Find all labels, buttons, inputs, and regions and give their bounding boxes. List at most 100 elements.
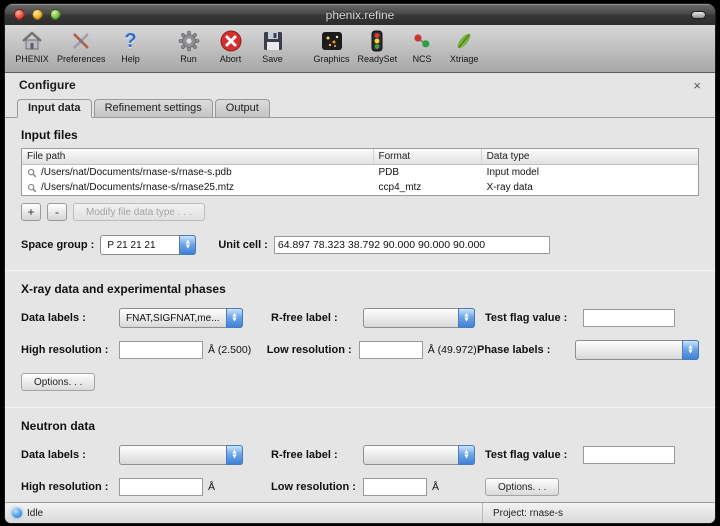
unit-cell-label: Unit cell : [218,239,268,251]
xray-data-labels-value: FNAT,SIGFNAT,me... [126,313,220,324]
xray-rfree-label: R-free label : [271,312,357,324]
input-files-heading: Input files [21,128,699,142]
phenix-refine-window: phenix.refine PHENIX Preferences ? Help [5,4,715,523]
xray-low-res-unit: Å (49.972) [428,344,477,356]
xray-phase-labels-label: Phase labels : [477,344,569,356]
column-header-format[interactable]: Format [374,149,482,164]
modify-file-type-button[interactable]: Modify file data type . . . [73,203,205,221]
neutron-test-flag-input[interactable] [583,446,675,464]
project-status-cell: Project: rnase-s [482,503,715,523]
column-header-file-path[interactable]: File path [22,149,374,164]
toolbar-graphics-button[interactable]: Graphics [314,27,350,64]
preferences-tools-icon [66,27,96,54]
toolbar-readyset-button[interactable]: ReadySet [358,27,398,64]
xray-section-heading: X-ray data and experimental phases [21,282,699,296]
toolbar-phenix-button[interactable]: PHENIX [15,27,49,64]
add-file-button[interactable]: + [21,203,41,221]
file-path-text: /Users/nat/Documents/rnase-s/rnase25.mtz [41,182,234,193]
zoom-window-button[interactable] [50,9,61,20]
window-titlebar[interactable]: phenix.refine [5,4,715,25]
question-mark-glyph: ? [124,29,136,53]
xray-data-labels-dropdown[interactable]: FNAT,SIGFNAT,me... ▲▼ [119,308,243,328]
configure-title: Configure [19,78,76,92]
file-path-cell: /Users/nat/Documents/rnase-s/rnase25.mtz [22,182,374,193]
section-divider [5,407,715,408]
xray-phase-labels-dropdown[interactable]: ▲▼ [575,340,699,360]
toolbar-preferences-button[interactable]: Preferences [57,27,106,64]
toolbar-label: Abort [220,54,242,64]
xray-row-1: Data labels : FNAT,SIGFNAT,me... ▲▼ R-fr… [21,307,699,329]
xray-high-res-unit: Å (2.500) [208,344,251,356]
data-type-cell: Input model [482,167,698,178]
neutron-rfree-label: R-free label : [271,449,357,461]
neutron-options-button[interactable]: Options. . . [485,478,559,496]
toolbar-xtriage-button[interactable]: Xtriage [447,27,481,64]
tab-output[interactable]: Output [215,99,270,117]
input-files-table: File path Format Data type /Users/nat/Do… [21,148,699,196]
space-group-combo[interactable]: P 21 21 21 ▲▼ [100,235,196,255]
neutron-high-res-input[interactable] [119,478,203,496]
neutron-row-1: Data labels : ▲▼ R-free label : ▲▼ Test … [21,444,699,466]
tab-refinement-settings[interactable]: Refinement settings [94,99,213,117]
input-data-panel: Input files File path Format Data type /… [5,118,715,502]
traffic-lights [14,9,61,20]
phenix-home-icon [17,27,47,54]
remove-file-button[interactable]: - [47,203,67,221]
neutron-low-res-unit: Å [432,481,439,493]
stepper-arrows-icon[interactable]: ▲▼ [179,235,196,255]
toolbar-run-button[interactable]: Run [172,27,206,64]
abort-icon [216,27,246,54]
neutron-row-2: High resolution : Å Low resolution : Å O… [21,476,699,498]
space-group-label: Space group : [21,239,94,251]
toolbar-ncs-button[interactable]: NCS [405,27,439,64]
file-path-text: /Users/nat/Documents/rnase-s/rnase-s.pdb [41,167,232,178]
xray-rfree-dropdown[interactable]: ▲▼ [363,308,475,328]
neutron-rfree-dropdown[interactable]: ▲▼ [363,445,475,465]
table-row[interactable]: /Users/nat/Documents/rnase-s/rnase-s.pdb… [22,165,698,180]
dropdown-arrows-icon: ▲▼ [226,308,243,328]
toolbar-label: NCS [413,54,432,64]
toolbar-label: Graphics [314,54,350,64]
run-gear-icon [174,27,204,54]
dropdown-arrows-icon: ▲▼ [226,445,243,465]
toolbar-label: Save [262,54,283,64]
format-cell: PDB [374,167,482,178]
magnifier-icon[interactable] [27,183,37,193]
toolbar-label: Xtriage [450,54,479,64]
xray-options-button[interactable]: Options. . . [21,373,95,391]
window-title: phenix.refine [326,8,395,22]
table-row[interactable]: /Users/nat/Documents/rnase-s/rnase25.mtz… [22,180,698,195]
neutron-section-heading: Neutron data [21,419,699,433]
toolbar-save-button[interactable]: Save [256,27,290,64]
readyset-traffic-light-icon [362,27,392,54]
neutron-data-labels-dropdown[interactable]: ▲▼ [119,445,243,465]
neutron-low-res-input[interactable] [363,478,427,496]
xray-row-2: High resolution : Å (2.500) Low resoluti… [21,339,699,361]
xray-low-res-input[interactable] [359,341,423,359]
space-group-value: P 21 21 21 [107,240,155,251]
data-type-cell: X-ray data [482,182,698,193]
xray-test-flag-label: Test flag value : [485,312,577,324]
configure-panel-header: Configure × [5,73,715,97]
close-window-button[interactable] [14,9,25,20]
xray-options-row: Options. . . [21,371,699,393]
tab-bar: Input data Refinement settings Output [5,97,715,118]
magnifier-icon[interactable] [27,168,37,178]
toolbar-label: Preferences [57,54,106,64]
xray-test-flag-input[interactable] [583,309,675,327]
column-header-data-type[interactable]: Data type [482,149,698,164]
xray-high-res-input[interactable] [119,341,203,359]
toolbar-help-button[interactable]: ? Help [114,27,148,64]
tab-input-data[interactable]: Input data [17,99,92,118]
unit-cell-input[interactable] [274,236,550,254]
dropdown-arrows-icon: ▲▼ [682,340,699,360]
neutron-data-labels-label: Data labels : [21,449,113,461]
section-divider [5,270,715,271]
toolbar-abort-button[interactable]: Abort [214,27,248,64]
minimize-window-button[interactable] [32,9,43,20]
main-toolbar: PHENIX Preferences ? Help Run Abort [5,25,715,73]
toolbar-toggle-button[interactable] [691,11,706,19]
neutron-high-res-unit: Å [208,481,215,493]
table-header-row: File path Format Data type [22,149,698,165]
close-panel-icon[interactable]: × [693,79,701,92]
